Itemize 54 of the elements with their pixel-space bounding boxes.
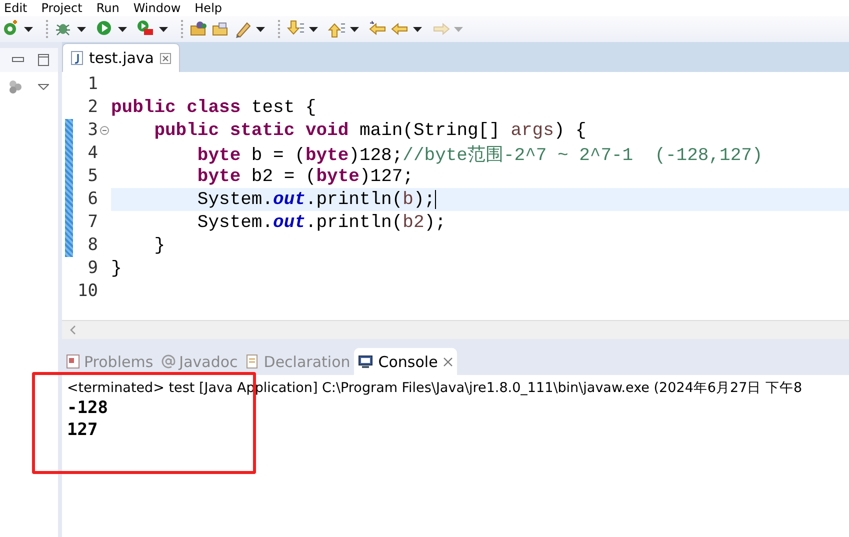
fold-collapse-icon[interactable] bbox=[100, 126, 109, 135]
code-line: } bbox=[111, 258, 122, 278]
line-number: 8 bbox=[86, 234, 98, 257]
dropdown-triangle-icon[interactable] bbox=[38, 84, 49, 90]
menu-item[interactable]: Project bbox=[41, 0, 82, 16]
folder-icon[interactable] bbox=[190, 20, 208, 38]
code-line: byte b = (byte)128;//byte范围-2^7 ~ 2^7-1 (-128,127) bbox=[196, 144, 763, 166]
panel-tab[interactable]: Console bbox=[354, 348, 457, 375]
caret-icon[interactable] bbox=[118, 26, 127, 32]
problems-icon bbox=[66, 354, 81, 369]
menu-item[interactable]: Run bbox=[96, 0, 120, 16]
code-line: public class test { bbox=[111, 98, 316, 118]
menu-item[interactable]: Window bbox=[133, 0, 181, 16]
menu-item[interactable]: Help bbox=[194, 0, 222, 16]
circles-icon[interactable] bbox=[8, 80, 22, 94]
at-sign-icon bbox=[161, 354, 176, 369]
line-number: 5 bbox=[86, 165, 98, 188]
close-icon[interactable] bbox=[160, 52, 172, 64]
caret-icon[interactable] bbox=[256, 26, 265, 32]
horizontal-scrollbar[interactable] bbox=[62, 320, 849, 339]
folder-icon[interactable] bbox=[212, 20, 230, 38]
monitor-icon bbox=[358, 354, 374, 369]
pen-icon[interactable] bbox=[234, 20, 252, 38]
arrow-left-icon[interactable] bbox=[369, 20, 387, 38]
caret-icon[interactable] bbox=[159, 26, 168, 32]
line-number: 1 bbox=[86, 73, 98, 96]
console-output-line: -128 bbox=[67, 397, 109, 419]
console-output-line: 127 bbox=[67, 419, 99, 441]
code-line: public static void main(String[] args) { bbox=[153, 120, 586, 140]
caret-icon[interactable] bbox=[77, 26, 86, 32]
line-number: 4 bbox=[86, 142, 98, 165]
minimize-icon[interactable] bbox=[12, 57, 24, 63]
line-number: 7 bbox=[86, 211, 98, 234]
code-line: System.out.println(b); bbox=[196, 190, 436, 210]
caret-icon[interactable] bbox=[413, 26, 422, 32]
code-line: byte b2 = (byte)127; bbox=[196, 166, 414, 186]
run-icon[interactable] bbox=[96, 20, 114, 38]
menu-item[interactable]: Edit bbox=[4, 0, 28, 16]
close-icon[interactable] bbox=[442, 356, 453, 366]
java-file-icon bbox=[71, 51, 83, 65]
code-line: } bbox=[153, 236, 166, 256]
line-number: 9 bbox=[86, 257, 98, 280]
caret-icon[interactable] bbox=[24, 26, 33, 32]
text-cursor bbox=[435, 190, 436, 209]
scroll-left-icon[interactable] bbox=[70, 325, 76, 335]
maximize-icon[interactable] bbox=[38, 54, 49, 66]
editor-tab[interactable]: test.java bbox=[62, 43, 180, 72]
line-number: 2 bbox=[86, 96, 98, 119]
line-number: 6 bbox=[86, 188, 98, 211]
caret-icon[interactable] bbox=[350, 26, 359, 32]
code-line: System.out.println(b2); bbox=[196, 212, 446, 232]
line-number: 10 bbox=[76, 280, 98, 303]
line-number: 3 bbox=[86, 119, 98, 142]
caret-icon[interactable] bbox=[309, 26, 318, 32]
